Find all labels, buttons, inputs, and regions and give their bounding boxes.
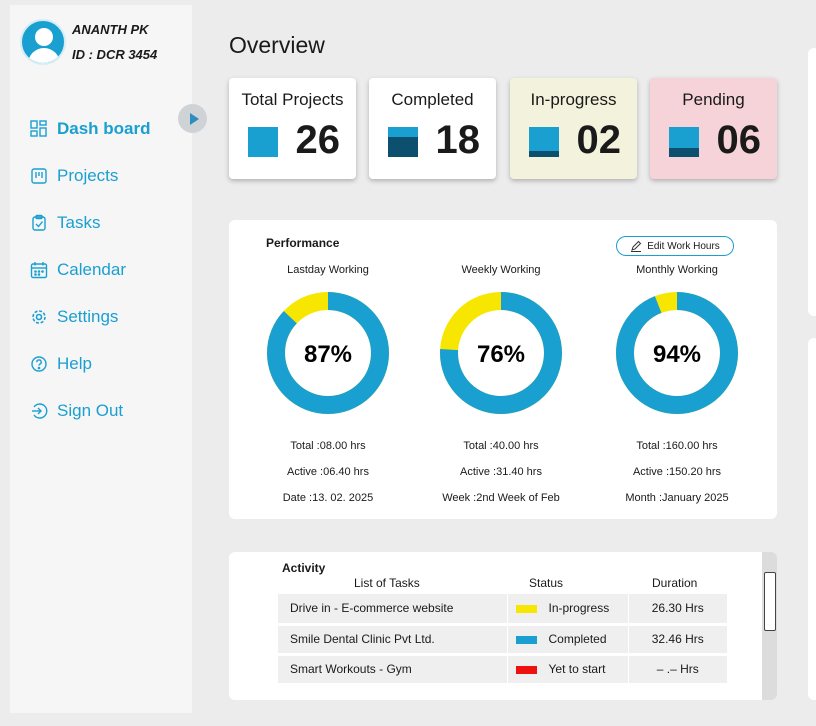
ring-label: Monthly Working bbox=[636, 264, 718, 276]
task-duration: 26.30 Hrs bbox=[628, 594, 727, 626]
sidebar-item-label: Tasks bbox=[57, 212, 101, 232]
card-completed[interactable]: Completed 18 bbox=[369, 78, 496, 179]
card-value: 02 bbox=[576, 118, 622, 162]
edit-work-hours-label: Edit Work Hours bbox=[647, 240, 720, 252]
ring-label: Weekly Working bbox=[461, 264, 541, 276]
status-label: Yet to start bbox=[548, 662, 606, 676]
ring-percent: 87% bbox=[304, 341, 352, 368]
sidebar-nav: Dash board Projects Tasks Calendar Setti… bbox=[30, 105, 210, 434]
tasks-icon bbox=[32, 214, 46, 231]
card-value: 06 bbox=[716, 118, 762, 162]
status-chip bbox=[515, 635, 537, 644]
dashboard-icon bbox=[30, 119, 47, 137]
ring-monthly: Monthly Working 94% Total :160.00 hrs Ac… bbox=[612, 260, 742, 511]
performance-title: Performance bbox=[266, 236, 340, 250]
sign-out-icon bbox=[32, 402, 48, 419]
user-name: ANANTH PK bbox=[72, 22, 149, 37]
settings-icon bbox=[32, 309, 46, 324]
task-name: Smile Dental Clinic Pvt Ltd. bbox=[278, 624, 508, 656]
calendar-icon bbox=[30, 261, 48, 278]
task-duration: 32.46 Hrs bbox=[628, 624, 727, 656]
column-header-status: Status bbox=[529, 576, 564, 590]
sidebar: ANANTH PK ID : DCR 3454 Dash board Proje… bbox=[10, 5, 192, 713]
ring-weekly: Weekly Working 76% Total :40.00 hrs Acti… bbox=[436, 260, 566, 511]
table-row[interactable]: Smile Dental Clinic Pvt Ltd. Completed 3… bbox=[278, 624, 727, 656]
card-in-progress[interactable]: In-progress 02 bbox=[510, 78, 637, 179]
in-progress-icon bbox=[529, 127, 559, 157]
monthly-donut: 94% bbox=[616, 292, 738, 414]
card-label: Total Projects bbox=[241, 90, 344, 109]
sidebar-item-label: Sign Out bbox=[57, 400, 124, 420]
avatar[interactable] bbox=[20, 19, 66, 65]
ring-period: Date :13. 02. 2025 bbox=[282, 492, 374, 504]
ring-total: Total :08.00 hrs bbox=[290, 440, 366, 452]
status-chip bbox=[515, 665, 537, 674]
sidebar-item-label: Projects bbox=[57, 165, 119, 185]
sidebar-item-projects[interactable]: Projects bbox=[30, 152, 210, 199]
user-id: ID : DCR 3454 bbox=[72, 47, 158, 62]
card-label: In-progress bbox=[530, 90, 617, 109]
sidebar-item-label: Settings bbox=[57, 306, 119, 326]
collapse-sidebar-button[interactable] bbox=[178, 104, 207, 133]
card-value: 26 bbox=[295, 118, 341, 162]
performance-panel: Performance Edit Work Hours Lastday Work… bbox=[229, 220, 777, 519]
task-name: Smart Workouts - Gym bbox=[278, 654, 508, 686]
table-row[interactable]: Smart Workouts - Gym Yet to start – .– H… bbox=[278, 654, 727, 686]
column-header-tasks: List of Tasks bbox=[354, 576, 420, 590]
table-row[interactable]: Drive in - E-commerce website In-progres… bbox=[278, 594, 727, 626]
projects-icon bbox=[31, 167, 47, 184]
column-header-duration: Duration bbox=[652, 576, 698, 590]
sidebar-item-label: Dash board bbox=[57, 118, 151, 138]
ring-total: Total :40.00 hrs bbox=[463, 440, 539, 452]
task-duration: – .– Hrs bbox=[628, 654, 727, 686]
sidebar-item-label: Help bbox=[57, 353, 92, 373]
weekly-donut: 76% bbox=[440, 292, 562, 414]
help-icon bbox=[31, 355, 47, 372]
ring-percent: 94% bbox=[653, 341, 701, 368]
status-label: Completed bbox=[548, 632, 607, 646]
edit-work-hours-button[interactable]: Edit Work Hours bbox=[616, 236, 734, 256]
task-name: Drive in - E-commerce website bbox=[278, 594, 508, 626]
task-status: In-progress bbox=[507, 594, 629, 626]
card-label: Completed bbox=[391, 90, 474, 109]
card-pending[interactable]: Pending 06 bbox=[650, 78, 777, 179]
user-profile[interactable]: ANANTH PK ID : DCR 3454 bbox=[20, 17, 157, 67]
ring-label: Lastday Working bbox=[287, 264, 369, 276]
lastday-donut: 87% bbox=[267, 292, 389, 414]
task-status: Yet to start bbox=[507, 654, 629, 686]
ring-lastday: Lastday Working 87% Total :08.00 hrs Act… bbox=[263, 260, 393, 511]
right-panel-edge bbox=[808, 338, 816, 700]
ring-period: Month :January 2025 bbox=[625, 492, 729, 504]
ring-period: Week :2nd Week of Feb bbox=[442, 492, 560, 504]
pending-icon bbox=[669, 127, 699, 157]
card-label: Pending bbox=[682, 90, 745, 109]
tasks-table: Drive in - E-commerce website In-progres… bbox=[278, 594, 727, 686]
pencil-icon bbox=[631, 240, 642, 252]
sidebar-item-sign-out[interactable]: Sign Out bbox=[30, 387, 210, 434]
activity-title: Activity bbox=[282, 561, 326, 575]
status-chip bbox=[515, 605, 537, 614]
sidebar-item-help[interactable]: Help bbox=[30, 340, 210, 387]
completed-icon bbox=[388, 127, 418, 157]
card-value: 18 bbox=[435, 118, 481, 162]
scrollbar-thumb[interactable] bbox=[764, 572, 776, 631]
card-total-projects[interactable]: Total Projects 26 bbox=[229, 78, 356, 179]
task-status: Completed bbox=[507, 624, 629, 656]
ring-active: Active :150.20 hrs bbox=[632, 466, 722, 478]
right-panel-edge bbox=[808, 48, 816, 316]
sidebar-item-calendar[interactable]: Calendar bbox=[30, 246, 210, 293]
sidebar-item-settings[interactable]: Settings bbox=[30, 293, 210, 340]
page-title: Overview bbox=[229, 32, 325, 58]
ring-active: Active :06.40 hrs bbox=[287, 466, 369, 478]
sidebar-item-label: Calendar bbox=[57, 259, 126, 279]
activity-panel: Activity List of Tasks Status Duration D… bbox=[229, 552, 777, 700]
ring-percent: 76% bbox=[477, 341, 525, 368]
sidebar-item-tasks[interactable]: Tasks bbox=[30, 199, 210, 246]
ring-total: Total :160.00 hrs bbox=[636, 440, 718, 452]
status-label: In-progress bbox=[548, 601, 610, 616]
total-projects-icon bbox=[248, 127, 278, 157]
ring-active: Active :31.40 hrs bbox=[460, 466, 542, 478]
